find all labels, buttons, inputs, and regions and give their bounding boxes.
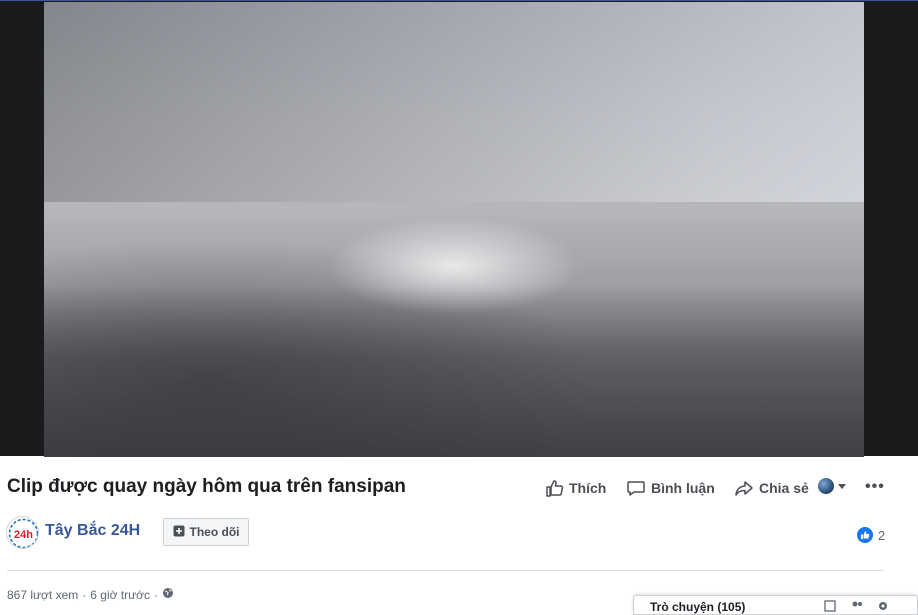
chat-panel-icons [824, 599, 890, 613]
globe-icon [818, 478, 834, 494]
view-count: 867 lượt xem [7, 587, 79, 602]
post-time[interactable]: 6 giờ trước [90, 588, 150, 602]
audience-selector[interactable] [818, 478, 847, 494]
chat-panel-tab[interactable]: Trò chuyện (105) [633, 595, 918, 615]
page-logo[interactable]: 24h [6, 516, 39, 549]
follow-label: Theo dõi [189, 525, 240, 539]
chevron-down-icon [837, 481, 847, 491]
comment-icon [626, 478, 646, 498]
action-bar: Thích Bình luận Chia sẻ ••• [0, 478, 918, 502]
meta-separator-2: · [154, 587, 159, 602]
page-logo-text: 24h [14, 529, 33, 541]
more-options-button[interactable]: ••• [865, 478, 885, 496]
like-label: Thích [569, 480, 607, 496]
video-meta: 867 lượt xem · 6 giờ trước · [7, 587, 174, 602]
video-frame[interactable] [44, 2, 864, 457]
share-icon [734, 478, 754, 498]
comment-label: Bình luận [651, 480, 715, 496]
video-player[interactable] [0, 0, 918, 457]
reaction-summary[interactable]: 2 [857, 527, 885, 543]
settings-gear-icon[interactable] [876, 599, 890, 613]
divider [7, 570, 884, 571]
thumbs-up-icon [544, 478, 564, 498]
reaction-count: 2 [878, 527, 886, 543]
share-button[interactable]: Chia sẻ [734, 478, 809, 498]
new-message-icon[interactable] [824, 599, 838, 613]
meta-separator: · [82, 587, 87, 602]
group-icon[interactable] [850, 599, 864, 613]
page-avatar-row: 24h [6, 516, 39, 549]
chat-panel-label: Trò chuyện (105) [650, 600, 746, 614]
share-label: Chia sẻ [759, 480, 809, 496]
comment-button[interactable]: Bình luận [626, 478, 715, 498]
globe-privacy-icon [162, 587, 174, 602]
page-name-link[interactable]: Tây Bắc 24H [45, 522, 140, 540]
plus-square-icon [173, 525, 185, 540]
follow-button[interactable]: Theo dõi [163, 518, 249, 546]
like-reaction-icon [857, 527, 873, 543]
like-button[interactable]: Thích [544, 478, 606, 498]
